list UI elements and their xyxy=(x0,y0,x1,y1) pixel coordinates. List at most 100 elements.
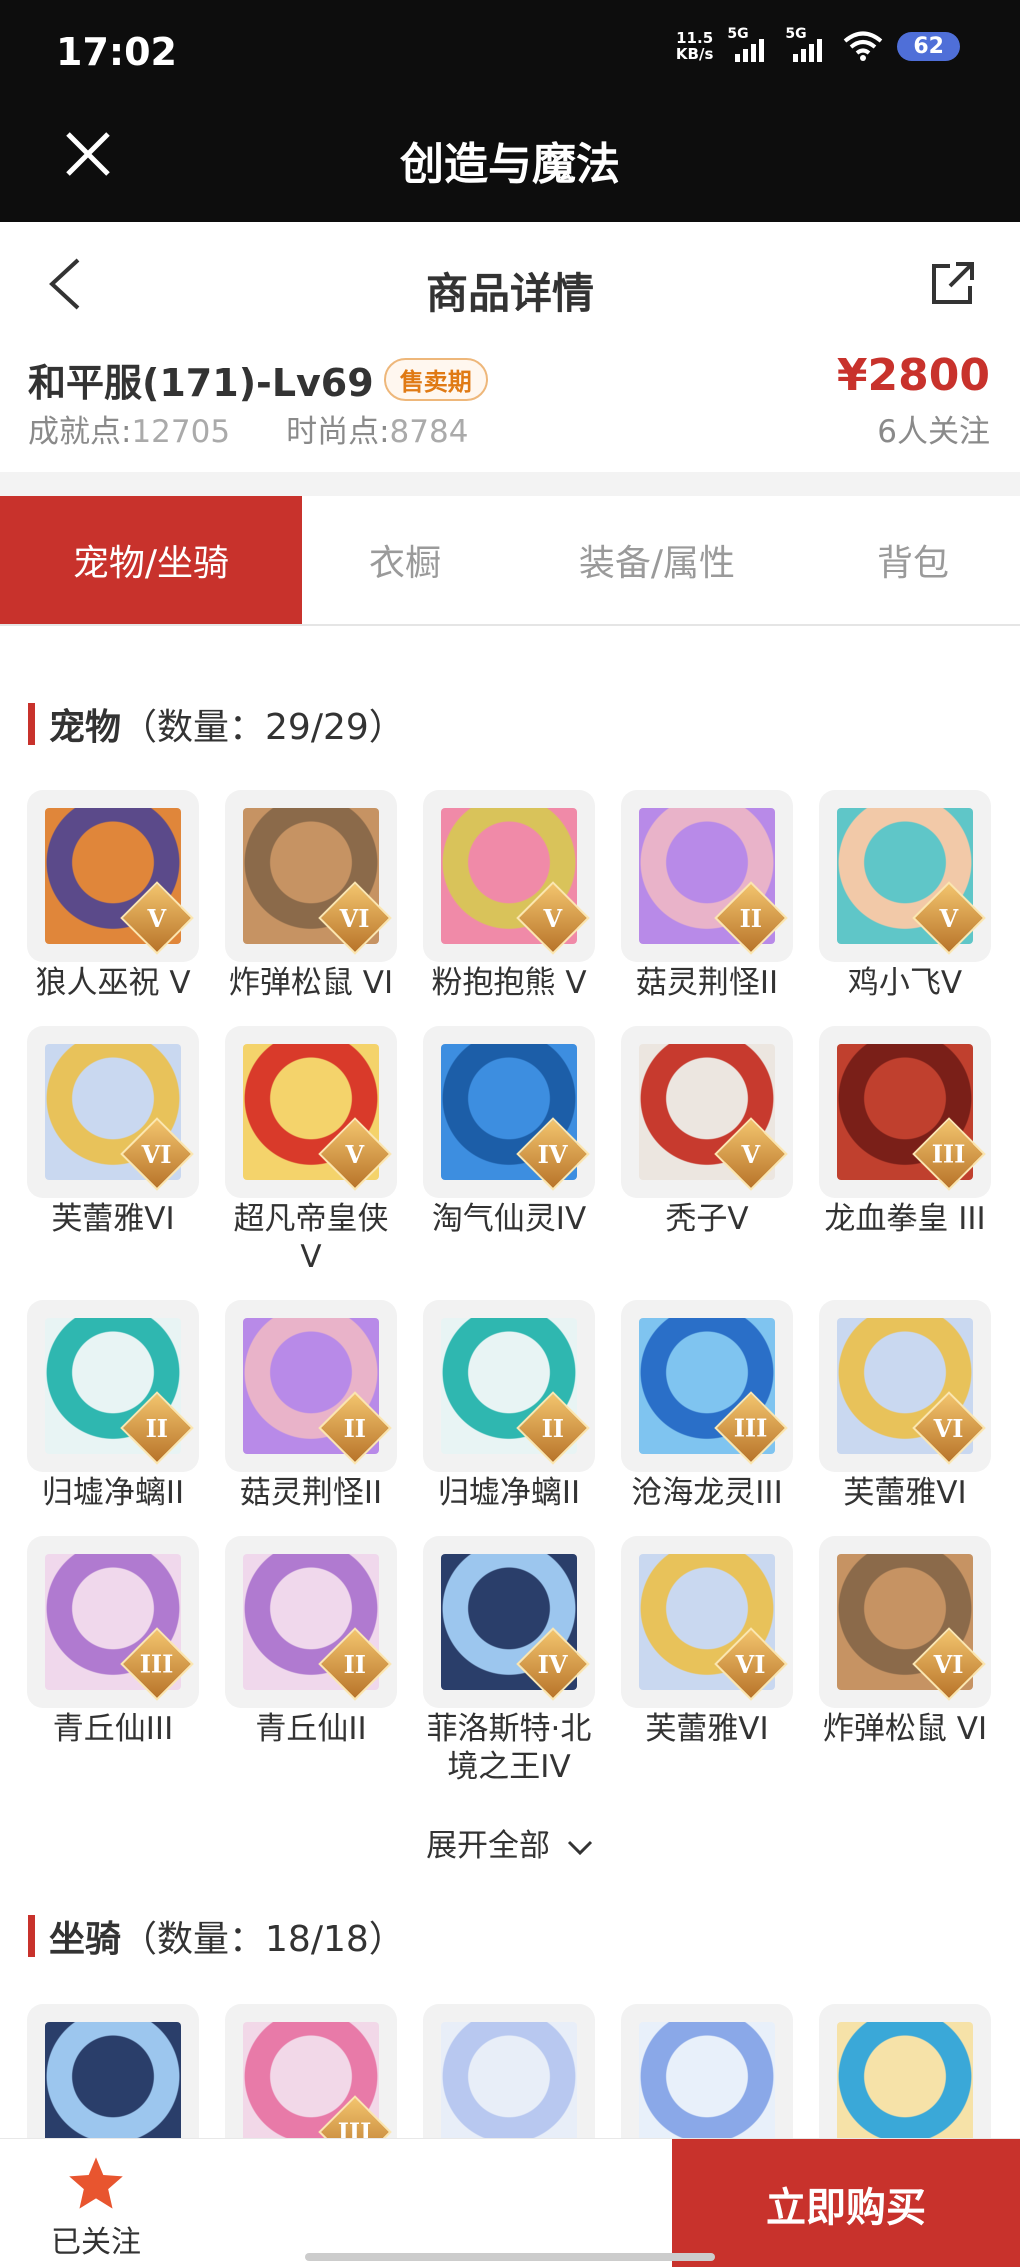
mount-thumbnail: III xyxy=(225,2004,397,2138)
mount-image xyxy=(837,2022,973,2138)
app-title: 创造与魔法 xyxy=(400,139,620,190)
pet-name: 超凡帝皇侠V xyxy=(233,1201,389,1275)
pet-item[interactable]: IV 淘气仙灵IV xyxy=(423,1026,595,1238)
product-stats: 成就点:12705 时尚点:8784 xyxy=(28,406,468,451)
bottom-bar: 已关注 立即购买 xyxy=(0,2138,1020,2267)
pet-item[interactable]: VI 炸弹松鼠 VI xyxy=(819,1536,991,1748)
pet-item[interactable]: V 粉抱抱熊 V xyxy=(423,790,595,1002)
pet-name: 青丘仙III xyxy=(52,1711,174,1747)
pet-thumbnail: III xyxy=(27,1536,199,1708)
pet-item[interactable]: V 超凡帝皇侠V xyxy=(225,1026,397,1276)
rank-label: V xyxy=(345,1139,365,1169)
pet-thumbnail: V xyxy=(27,790,199,962)
pet-item[interactable]: II 菇灵荆怪II xyxy=(225,1300,397,1512)
rank-label: V xyxy=(543,903,563,933)
mount-thumbnail xyxy=(27,2004,199,2138)
pet-name: 粉抱抱熊 V xyxy=(431,965,587,1001)
mount-item[interactable] xyxy=(621,2004,793,2138)
mount-item[interactable] xyxy=(423,2004,595,2138)
rank-label: VI xyxy=(340,903,370,933)
rank-label: VI xyxy=(736,1649,766,1679)
pet-item[interactable]: II 归墟净螭II xyxy=(423,1300,595,1512)
pet-thumbnail: II xyxy=(225,1300,397,1472)
follow-label: 已关注 xyxy=(51,2225,141,2260)
nav-bar: 商品详情 xyxy=(0,222,1020,342)
product-info: 和平服(171)-Lv69 售卖期 成就点:12705 时尚点:8784 ¥28… xyxy=(0,342,1020,472)
pet-thumbnail: II xyxy=(27,1300,199,1472)
pet-name: 芙蕾雅VI xyxy=(51,1201,175,1237)
mounts-section-title: 坐骑 （数量：18/18） xyxy=(28,1910,405,1962)
pet-thumbnail: V xyxy=(225,1026,397,1198)
pet-name: 芙蕾雅VI xyxy=(843,1475,967,1511)
network-speed-unit: KB/s xyxy=(675,45,714,63)
pet-name: 淘气仙灵IV xyxy=(431,1201,587,1237)
pet-name: 菇灵荆怪II xyxy=(239,1475,383,1511)
pet-item[interactable]: II 青丘仙II xyxy=(225,1536,397,1748)
pet-item[interactable]: III 青丘仙III xyxy=(27,1536,199,1748)
pet-item[interactable]: IV 菲洛斯特·北境之王IV xyxy=(423,1536,595,1786)
pet-item[interactable]: V 狼人巫祝 V xyxy=(27,790,199,1002)
pet-name: 青丘仙II xyxy=(255,1711,367,1747)
section-marker xyxy=(28,1915,35,1957)
pet-grid: V 狼人巫祝 V VI 炸弹松鼠 VI V 粉抱抱熊 V II 菇灵荆怪II V 鸡小飞V VI 芙蕾… xyxy=(27,790,993,1800)
tab-bar: 宠物/坐骑 衣橱 装备/属性 背包 xyxy=(0,496,1020,626)
pet-name: 芙蕾雅VI xyxy=(645,1711,769,1747)
expand-all-button[interactable]: 展开全部 xyxy=(0,1820,1020,1865)
wifi-icon xyxy=(844,31,883,61)
network-speed-value: 11.5 xyxy=(676,29,714,47)
tab-backpack[interactable]: 背包 xyxy=(806,496,1020,624)
mount-image xyxy=(639,2022,775,2138)
tab-equipment[interactable]: 装备/属性 xyxy=(508,496,806,624)
pet-item[interactable]: III 沧海龙灵III xyxy=(621,1300,793,1512)
rank-label: IV xyxy=(538,1649,568,1679)
signal-icon: 5G xyxy=(727,26,771,62)
pets-title: 宠物 xyxy=(49,707,122,748)
mount-thumbnail xyxy=(423,2004,595,2138)
fashion-points: 时尚点:8784 xyxy=(286,406,468,451)
product-name: 和平服(171)-Lv69 xyxy=(28,361,374,405)
rank-label: II xyxy=(541,1413,565,1443)
rank-label: II xyxy=(343,1413,367,1443)
rank-label: V xyxy=(741,1139,761,1169)
share-icon[interactable] xyxy=(928,260,976,308)
pet-item[interactable]: III 龙血拳皇 III xyxy=(819,1026,991,1238)
rank-label: II xyxy=(739,903,763,933)
section-marker xyxy=(28,703,35,745)
mounts-title: 坐骑 xyxy=(49,1919,122,1960)
pet-item[interactable]: II 菇灵荆怪II xyxy=(621,790,793,1002)
mount-image xyxy=(441,2022,577,2138)
pet-thumbnail: II xyxy=(423,1300,595,1472)
pet-thumbnail: IV xyxy=(423,1026,595,1198)
pet-item[interactable]: VI 芙蕾雅VI xyxy=(819,1300,991,1512)
divider xyxy=(0,472,1020,496)
pet-name: 归墟净螭II xyxy=(41,1475,185,1511)
tab-pets-mounts[interactable]: 宠物/坐骑 xyxy=(0,496,302,624)
pet-thumbnail: II xyxy=(225,1536,397,1708)
tab-wardrobe[interactable]: 衣橱 xyxy=(302,496,508,624)
status-icons: 11.5 KB/s 5G 5G 62 xyxy=(675,26,960,63)
mount-item[interactable]: III xyxy=(225,2004,397,2138)
pet-item[interactable]: II 归墟净螭II xyxy=(27,1300,199,1512)
mount-grid: III xyxy=(27,2004,993,2138)
pet-item[interactable]: VI 芙蕾雅VI xyxy=(621,1536,793,1748)
rank-label: VI xyxy=(934,1413,964,1443)
follow-button[interactable]: 已关注 xyxy=(30,2155,162,2261)
mount-item[interactable] xyxy=(819,2004,991,2138)
mount-thumbnail xyxy=(621,2004,793,2138)
mount-item[interactable] xyxy=(27,2004,199,2138)
pet-name: 鸡小飞V xyxy=(847,965,963,1001)
status-bar: 17:02 11.5 KB/s 5G 5G 62 xyxy=(0,0,1020,110)
battery-icon: 62 xyxy=(897,31,960,61)
pet-item[interactable]: VI 芙蕾雅VI xyxy=(27,1026,199,1238)
pet-thumbnail: IV xyxy=(423,1536,595,1708)
mount-thumbnail xyxy=(819,2004,991,2138)
pet-thumbnail: III xyxy=(621,1300,793,1472)
pet-item[interactable]: V 鸡小飞V xyxy=(819,790,991,1002)
achievement-value: 12705 xyxy=(131,414,231,450)
rank-label: IV xyxy=(538,1139,568,1169)
pet-item[interactable]: VI 炸弹松鼠 VI xyxy=(225,790,397,1002)
pet-item[interactable]: V 秃子V xyxy=(621,1026,793,1238)
pet-thumbnail: VI xyxy=(225,790,397,962)
buy-now-button[interactable]: 立即购买 xyxy=(672,2139,1020,2267)
fashion-label: 时尚点: xyxy=(286,414,390,450)
